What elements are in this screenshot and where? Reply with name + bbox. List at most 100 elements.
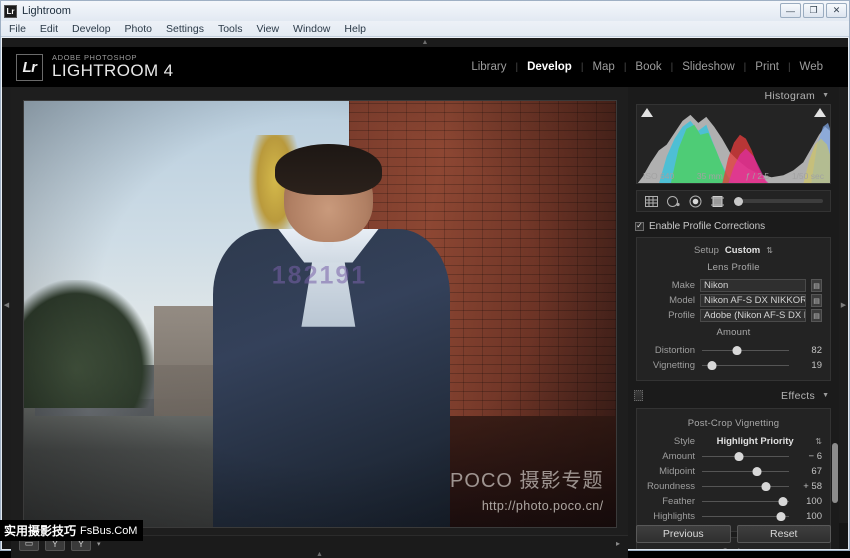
lens-make-value[interactable]: Nikon bbox=[700, 279, 806, 292]
lens-model-value[interactable]: Nikon AF-S DX NIKKOR 35mm... bbox=[700, 294, 806, 307]
top-panel-toggle[interactable]: ▲ bbox=[2, 38, 848, 47]
image-stage[interactable]: 182191 POCO 摄影专题 http://photo.poco.cn/ bbox=[11, 87, 628, 535]
spot-removal-icon[interactable] bbox=[666, 195, 681, 208]
lens-make-label: Make bbox=[671, 280, 695, 291]
distortion-slider-row[interactable]: Distortion 82 bbox=[637, 343, 830, 358]
lens-model-dropdown-icon[interactable]: ▤ bbox=[811, 294, 822, 307]
menu-help[interactable]: Help bbox=[344, 23, 366, 35]
module-library[interactable]: Library bbox=[462, 61, 515, 73]
vignette-roundness-value[interactable]: + 58 bbox=[796, 481, 822, 492]
histogram-title: Histogram bbox=[764, 89, 816, 102]
toolbar-overflow-arrow[interactable]: ▸ bbox=[616, 539, 620, 548]
lightroom-body: ◀ ▶ 182191 POCO 摄影专题 http://photo.poco.c… bbox=[2, 87, 848, 558]
setup-value[interactable]: Custom bbox=[725, 245, 760, 256]
poco-watermark: POCO 摄影专题 bbox=[450, 470, 604, 492]
setup-row[interactable]: Setup Custom ⇅ bbox=[637, 243, 830, 258]
minimize-button[interactable]: — bbox=[780, 3, 801, 18]
right-panel-toggle[interactable]: ▶ bbox=[839, 87, 848, 523]
red-eye-icon[interactable] bbox=[688, 195, 703, 208]
lens-make-dropdown-icon[interactable]: ▤ bbox=[811, 279, 822, 292]
vignette-style-value[interactable]: Highlight Priority bbox=[700, 436, 810, 447]
menu-edit[interactable]: Edit bbox=[40, 23, 58, 35]
vignette-amount-row[interactable]: Amount − 6 bbox=[637, 449, 830, 464]
menu-settings[interactable]: Settings bbox=[166, 23, 204, 35]
right-panel-scrollbar[interactable] bbox=[832, 443, 838, 503]
stepper-icon[interactable]: ⇅ bbox=[766, 246, 773, 255]
close-button[interactable]: ✕ bbox=[826, 3, 847, 18]
left-panel-toggle[interactable]: ◀ bbox=[2, 87, 11, 523]
brand-block: ADOBE PHOTOSHOP LIGHTROOM 4 bbox=[52, 54, 174, 80]
previous-button[interactable]: Previous bbox=[636, 525, 731, 543]
vignette-midpoint-value[interactable]: 67 bbox=[796, 466, 822, 477]
lens-profile-label: Profile bbox=[668, 310, 695, 321]
module-map[interactable]: Map bbox=[583, 61, 623, 73]
module-web[interactable]: Web bbox=[791, 61, 832, 73]
vignette-style-row[interactable]: Style Highlight Priority ⇅ bbox=[637, 434, 830, 449]
chevron-down-icon[interactable]: ▼ bbox=[822, 92, 829, 99]
lens-model-row[interactable]: Model Nikon AF-S DX NIKKOR 35mm... ▤ bbox=[637, 293, 830, 308]
maximize-button[interactable]: ❐ bbox=[803, 3, 824, 18]
grain-title: Grain bbox=[637, 547, 830, 549]
stepper-icon[interactable]: ⇅ bbox=[815, 437, 822, 446]
menu-window[interactable]: Window bbox=[293, 23, 330, 35]
distortion-slider[interactable] bbox=[702, 346, 789, 355]
module-book[interactable]: Book bbox=[626, 61, 670, 73]
menu-develop[interactable]: Develop bbox=[72, 23, 111, 35]
vignette-roundness-row[interactable]: Roundness + 58 bbox=[637, 479, 830, 494]
vignette-feather-slider[interactable] bbox=[702, 497, 789, 506]
module-print[interactable]: Print bbox=[746, 61, 788, 73]
graduated-filter-icon[interactable] bbox=[710, 195, 725, 208]
enable-profile-corrections-label: Enable Profile Corrections bbox=[649, 220, 766, 232]
vignette-highlights-slider[interactable] bbox=[702, 512, 789, 521]
vignetting-slider-row[interactable]: Vignetting 19 bbox=[637, 358, 830, 373]
vignetting-slider[interactable] bbox=[702, 361, 789, 370]
vignette-amount-value[interactable]: − 6 bbox=[796, 451, 822, 462]
crop-overlay-icon[interactable] bbox=[644, 195, 659, 208]
enable-profile-corrections-checkbox[interactable]: ✓ bbox=[635, 221, 644, 231]
vignette-feather-row[interactable]: Feather 100 bbox=[637, 494, 830, 509]
distortion-value[interactable]: 82 bbox=[796, 345, 822, 356]
module-slideshow[interactable]: Slideshow bbox=[673, 61, 743, 73]
vignette-roundness-slider[interactable] bbox=[702, 482, 789, 491]
lens-make-row[interactable]: Make Nikon ▤ bbox=[637, 278, 830, 293]
brush-size-slider[interactable] bbox=[734, 196, 823, 206]
amount-title: Amount bbox=[716, 327, 751, 338]
chevron-down-icon[interactable]: ▼ bbox=[822, 392, 829, 399]
effects-title: Effects bbox=[781, 389, 816, 402]
filmstrip-toggle[interactable]: ▲ bbox=[11, 551, 628, 558]
histogram-panel-header[interactable]: Histogram ▼ bbox=[628, 87, 839, 104]
lens-profile-value[interactable]: Adobe (Nikon AF-S DX NIKKO... bbox=[700, 309, 806, 322]
os-window: Lr Lightroom — ❐ ✕ File Edit Develop Pho… bbox=[0, 0, 850, 558]
vignette-highlights-value[interactable]: 100 bbox=[796, 511, 822, 522]
highlight-clipping-icon[interactable] bbox=[814, 108, 826, 117]
vignette-roundness-knob[interactable] bbox=[761, 482, 771, 491]
vignette-amount-slider[interactable] bbox=[702, 452, 789, 461]
lens-profile-row[interactable]: Profile Adobe (Nikon AF-S DX NIKKO... ▤ bbox=[637, 308, 830, 323]
menu-view[interactable]: View bbox=[256, 23, 279, 35]
module-develop[interactable]: Develop bbox=[518, 61, 581, 73]
menu-tools[interactable]: Tools bbox=[218, 23, 243, 35]
vignette-midpoint-slider[interactable] bbox=[702, 467, 789, 476]
histogram-graph[interactable]: ISO 640 35 mm ƒ / 2.5 1/50 sec bbox=[636, 104, 831, 184]
vignette-amount-knob[interactable] bbox=[734, 452, 744, 461]
vignette-feather-knob[interactable] bbox=[778, 497, 788, 506]
effects-panel-switch-icon[interactable] bbox=[634, 390, 643, 401]
vignetting-knob[interactable] bbox=[707, 361, 717, 370]
vignette-midpoint-knob[interactable] bbox=[752, 467, 762, 476]
photo-preview[interactable]: 182191 POCO 摄影专题 http://photo.poco.cn/ bbox=[23, 101, 616, 527]
lens-profile-dropdown-icon[interactable]: ▤ bbox=[811, 309, 822, 322]
vignetting-value[interactable]: 19 bbox=[796, 360, 822, 371]
vignette-midpoint-row[interactable]: Midpoint 67 bbox=[637, 464, 830, 479]
window-controls: — ❐ ✕ bbox=[780, 3, 847, 18]
vignette-highlights-row[interactable]: Highlights 100 bbox=[637, 509, 830, 524]
reset-button[interactable]: Reset bbox=[736, 525, 831, 543]
effects-panel-header[interactable]: Effects ▼ bbox=[628, 387, 839, 404]
menu-photo[interactable]: Photo bbox=[125, 23, 152, 35]
vignette-feather-value[interactable]: 100 bbox=[796, 496, 822, 507]
distortion-knob[interactable] bbox=[732, 346, 742, 355]
vignette-highlights-knob[interactable] bbox=[776, 512, 786, 521]
shadow-clipping-icon[interactable] bbox=[641, 108, 653, 117]
brush-size-knob[interactable] bbox=[734, 196, 743, 206]
menu-file[interactable]: File bbox=[9, 23, 26, 35]
enable-profile-corrections-row[interactable]: ✓ Enable Profile Corrections bbox=[628, 219, 839, 233]
